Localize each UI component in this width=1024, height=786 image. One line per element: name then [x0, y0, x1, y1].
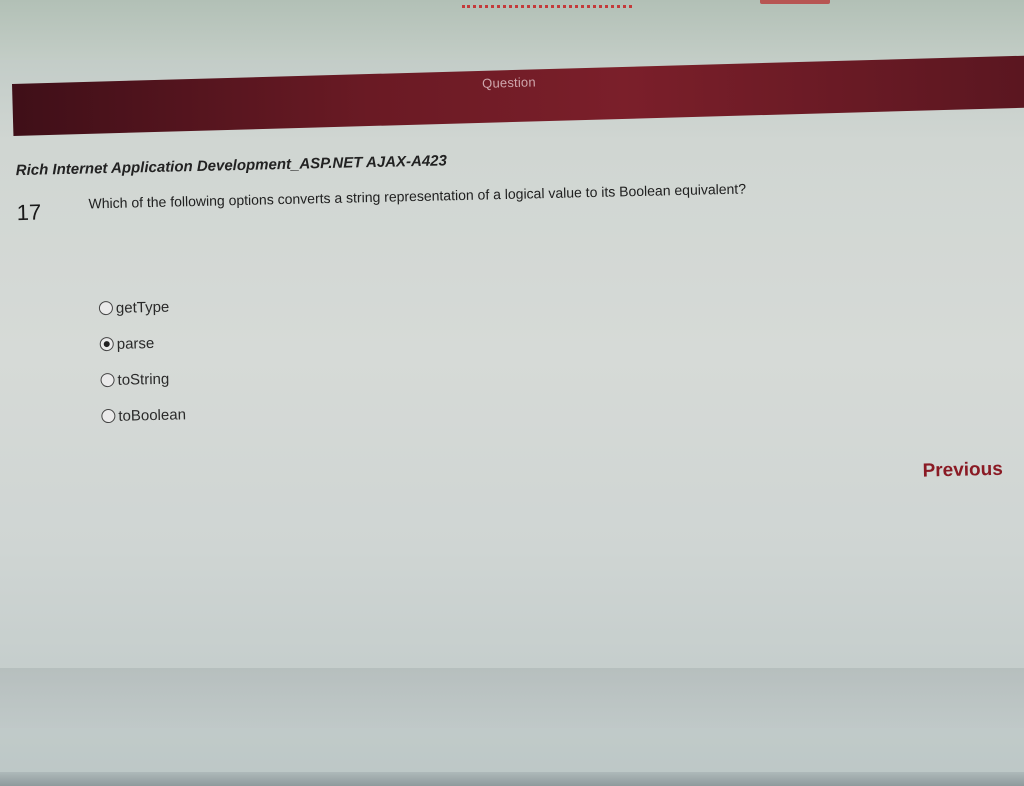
answer-option-label: parse — [116, 334, 155, 353]
radio-button[interactable] — [98, 300, 114, 316]
answer-option-label: toString — [117, 370, 170, 389]
answer-option-label: toBoolean — [118, 405, 187, 425]
previous-button[interactable]: Previous — [922, 459, 1003, 483]
answer-option-label: getType — [115, 298, 170, 317]
footer-band — [0, 668, 1024, 728]
answer-options: getType parse toString toBoolean — [98, 288, 187, 434]
answer-option[interactable]: toString — [100, 360, 185, 398]
course-title: Rich Internet Application Development_AS… — [15, 152, 448, 180]
question-text: Which of the following options converts … — [88, 180, 747, 212]
answer-option[interactable]: toBoolean — [101, 396, 186, 434]
radio-button[interactable] — [99, 336, 114, 352]
answer-option[interactable]: getType — [98, 288, 184, 326]
radio-button[interactable] — [101, 408, 116, 424]
answer-option[interactable]: parse — [99, 324, 184, 362]
question-number: 17 — [16, 199, 42, 226]
screen-bottom-edge — [0, 772, 1024, 786]
radio-button[interactable] — [100, 372, 115, 388]
